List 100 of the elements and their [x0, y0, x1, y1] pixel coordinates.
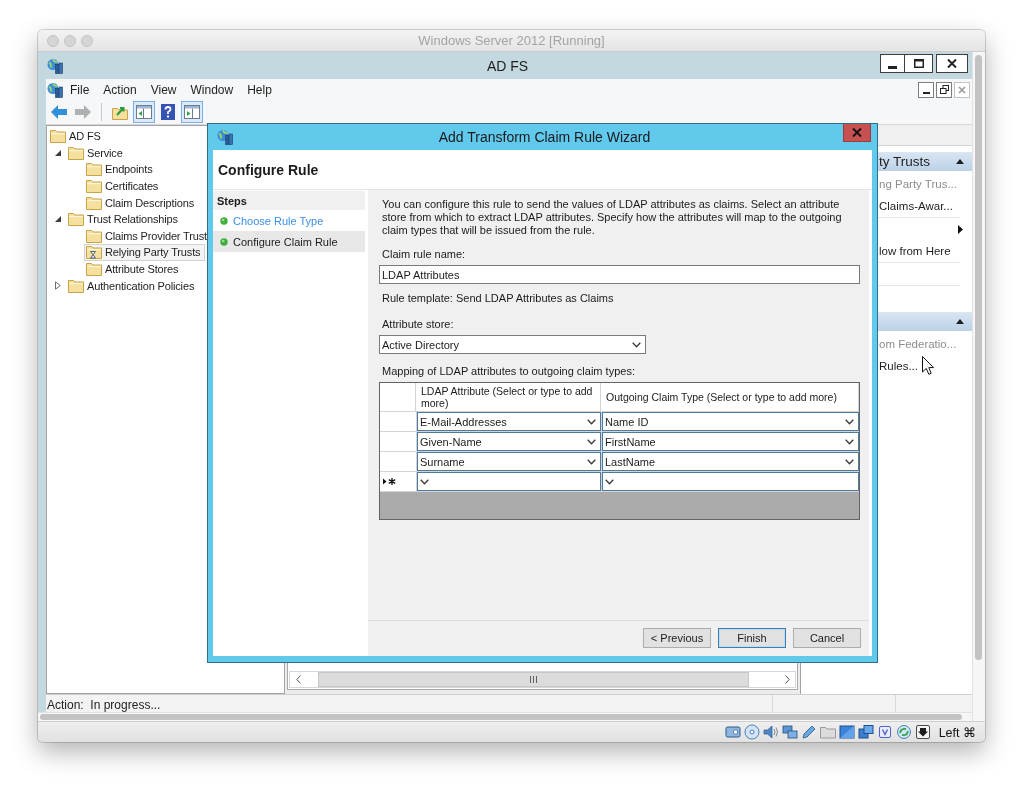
- tree-item[interactable]: Endpoints: [84, 161, 158, 178]
- network-icon[interactable]: [781, 724, 798, 740]
- minimize-icon: [888, 65, 897, 69]
- disc-icon[interactable]: [743, 724, 760, 740]
- dialog-button[interactable]: Cancel: [793, 628, 861, 648]
- task-link[interactable]: Claims-Awar...: [879, 200, 953, 212]
- app-window-title: AD FS: [486, 57, 529, 74]
- tree-item[interactable]: Claim Descriptions: [84, 194, 199, 212]
- action-pane-button[interactable]: [181, 101, 203, 123]
- tree-item[interactable]: AD FS: [48, 127, 106, 145]
- right-pane-window-icon: [184, 105, 200, 119]
- scrollbar-thumb[interactable]: [40, 714, 962, 720]
- left-pane-window-icon: [136, 105, 152, 119]
- windows-icon[interactable]: [857, 724, 874, 740]
- collapsed-arrow-icon[interactable]: [55, 281, 61, 291]
- folder-up-arrow-icon: [112, 104, 128, 120]
- column-header: Outgoing Claim Type (Select or type to add more): [601, 383, 859, 412]
- window-control-dot-icon[interactable]: [81, 34, 93, 47]
- minimize-button[interactable]: [918, 81, 934, 98]
- chevron-left-icon: [295, 675, 301, 684]
- server-globe-icon[interactable]: [47, 81, 63, 98]
- chip-icon[interactable]: [876, 724, 893, 740]
- status-text: Action: In progress...: [47, 697, 161, 712]
- scrollbar-thumb[interactable]: [318, 672, 749, 687]
- field-label: Mapping of LDAP attributes to outgoing claim types:: [381, 365, 635, 378]
- page-heading: Configure Rule: [218, 161, 319, 178]
- task-link[interactable]: low from Here: [879, 245, 951, 257]
- host-key-label: Left ⌘: [938, 724, 976, 740]
- field-label: Claim rule name:: [381, 248, 466, 261]
- server-globe-icon[interactable]: [217, 129, 233, 145]
- maximize-icon: [913, 59, 924, 68]
- dialog-button[interactable]: Finish: [718, 628, 786, 648]
- menu-item[interactable]: Help: [240, 80, 279, 99]
- expanded-arrow-icon[interactable]: [55, 149, 61, 156]
- close-button[interactable]: [936, 54, 968, 73]
- attribute-combo[interactable]: E-Mail-Addresses: [417, 412, 601, 431]
- section-header[interactable]: ty Trusts: [878, 152, 972, 171]
- arrow-down-box-icon[interactable]: [914, 724, 931, 740]
- attribute-store-select[interactable]: Active Directory: [379, 335, 646, 354]
- claim-type-combo[interactable]: LastName: [602, 452, 859, 471]
- claim-type-combo[interactable]: Name ID: [602, 412, 859, 431]
- attribute-combo[interactable]: Surname: [417, 452, 601, 471]
- attribute-combo[interactable]: Given-Name: [417, 432, 601, 451]
- attribute-combo[interactable]: [417, 472, 601, 491]
- scrollbar-thumb[interactable]: [975, 55, 982, 660]
- submenu-arrow-icon[interactable]: [958, 224, 963, 234]
- collapse-triangle-icon[interactable]: [956, 319, 964, 324]
- close-icon: [947, 59, 957, 68]
- expanded-arrow-icon[interactable]: [55, 216, 61, 223]
- server-globe-icon[interactable]: [47, 57, 63, 74]
- claim-type-combo[interactable]: FirstName: [602, 432, 859, 451]
- dialog-button[interactable]: < Previous: [643, 628, 711, 648]
- task-link[interactable]: Rules...: [879, 360, 918, 372]
- console-tree-button[interactable]: [133, 101, 155, 123]
- rule-name-field[interactable]: LDAP Attributes: [379, 265, 860, 284]
- wizard-step[interactable]: Choose Rule Type: [213, 210, 365, 231]
- dialog-title: Add Transform Claim Rule Wizard: [438, 129, 651, 145]
- menu-item[interactable]: Action: [96, 80, 144, 99]
- description-text: You can configure this rule to send the values of LDAP attributes as claims. Select an attribute store from which to extract LDAP attributes. Specify how the attributes will map to the outgoing claim types that will be issued from the rule.: [381, 198, 843, 237]
- restore-icon: [939, 85, 949, 94]
- forward-arrow-icon: [75, 105, 91, 119]
- chevron-right-icon: [784, 675, 790, 684]
- help-icon: [161, 104, 175, 120]
- wizard-step[interactable]: Configure Claim Rule: [213, 231, 365, 252]
- tree-item[interactable]: Claims Provider Trust: [84, 227, 212, 245]
- minimize-button[interactable]: [880, 54, 905, 73]
- display-icon[interactable]: [838, 724, 855, 740]
- status-dot-icon: [220, 237, 228, 246]
- menu-item[interactable]: File: [63, 80, 97, 99]
- window-control-dot-icon[interactable]: [64, 34, 76, 47]
- mouse-pointer-icon: [922, 356, 934, 375]
- status-dot-icon: [220, 216, 228, 225]
- claim-type-combo[interactable]: [602, 472, 859, 491]
- row-header-cell: [380, 432, 416, 451]
- corner-header-cell: [380, 383, 416, 412]
- tree-item[interactable]: Relying Party Trusts: [84, 243, 206, 261]
- tree-item[interactable]: Authentication Policies: [66, 277, 200, 295]
- tree-item[interactable]: Service: [66, 144, 128, 162]
- row-header-cell: [380, 412, 416, 431]
- tree-item[interactable]: Certificates: [84, 177, 164, 195]
- template-text: Rule template: Send LDAP Attributes as Claims: [381, 292, 614, 305]
- collapse-triangle-icon[interactable]: [956, 159, 964, 164]
- column-header: LDAP Attribute (Select or type to add more): [416, 383, 601, 412]
- field-label: Attribute store:: [381, 318, 454, 331]
- close-icon: [958, 85, 966, 94]
- tree-item[interactable]: Attribute Stores: [84, 260, 184, 278]
- tree-item[interactable]: Trust Relationships: [66, 210, 183, 228]
- menu-item[interactable]: Window: [183, 80, 241, 99]
- menu-item[interactable]: View: [143, 80, 184, 99]
- steps-header: Steps: [213, 191, 365, 210]
- close-icon: [852, 128, 862, 137]
- pen-icon[interactable]: [800, 724, 817, 740]
- restore-button[interactable]: [936, 81, 952, 98]
- new-row-icon: [383, 478, 396, 485]
- host-window-title: Windows Server 2012 [Running]: [418, 33, 605, 48]
- grip-icon: [530, 676, 537, 683]
- minimize-icon: [922, 92, 930, 94]
- maximize-button[interactable]: [905, 54, 933, 73]
- speaker-icon[interactable]: [762, 724, 779, 740]
- window-control-dot-icon[interactable]: [47, 34, 59, 47]
